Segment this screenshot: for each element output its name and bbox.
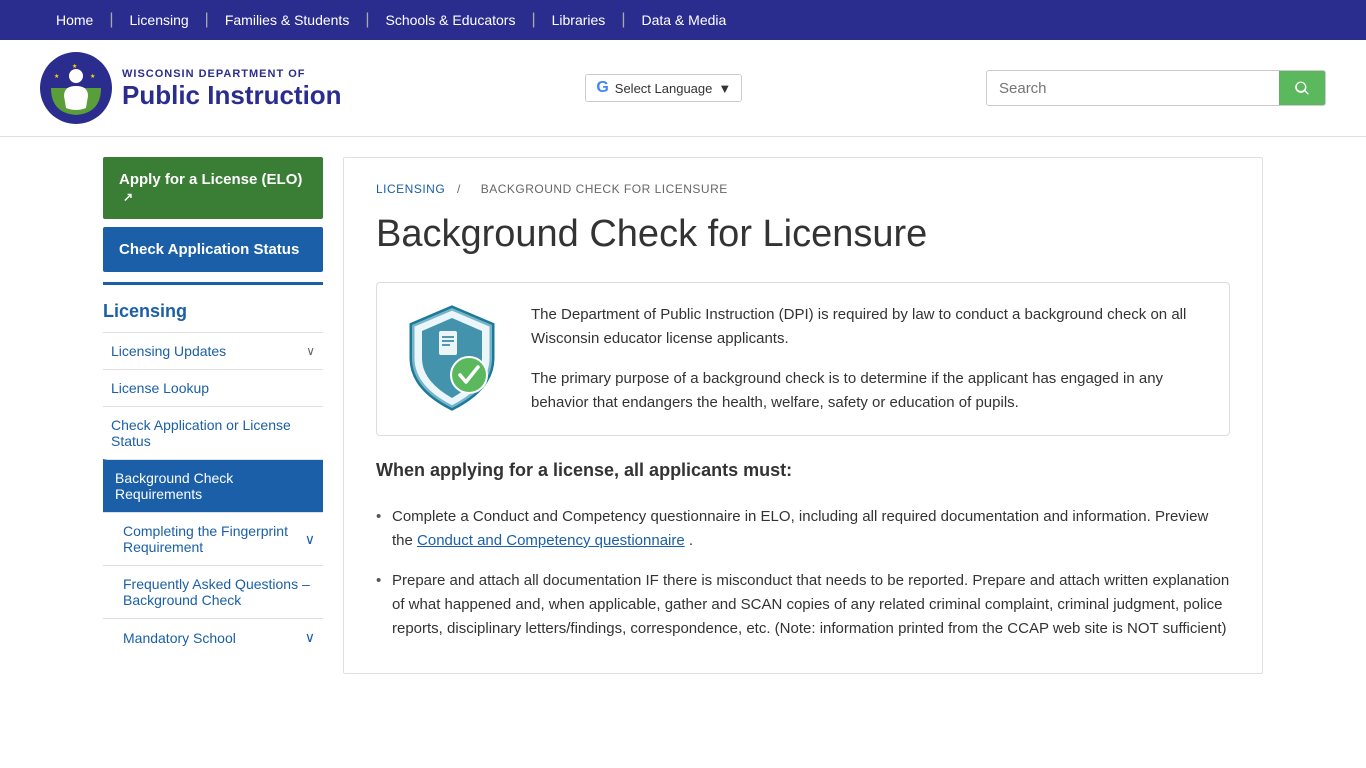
- sidebar-item-label: Background Check Requirements: [115, 470, 315, 502]
- sidebar-item-label: License Lookup: [111, 380, 209, 396]
- breadcrumb-current: BACKGROUND CHECK FOR LICENSURE: [481, 182, 728, 196]
- info-box: The Department of Public Instruction (DP…: [376, 282, 1230, 436]
- top-navigation: Home | Licensing | Families & Students |…: [0, 0, 1366, 40]
- chevron-icon: ∨: [305, 531, 315, 548]
- sidebar-item-license-lookup[interactable]: License Lookup: [103, 369, 323, 406]
- sidebar-item-bg-check[interactable]: Background Check Requirements: [103, 459, 323, 512]
- sidebar-item-label: Mandatory School: [123, 630, 236, 646]
- breadcrumb: LICENSING / BACKGROUND CHECK FOR LICENSU…: [376, 182, 1230, 196]
- external-link-icon: ↗: [123, 190, 133, 204]
- apply-license-button[interactable]: Apply for a License (ELO) ↗: [103, 157, 323, 219]
- site-header: ★ ★ ★ WISCONSIN DEPARTMENT OF Public Ins…: [0, 40, 1366, 137]
- svg-text:★: ★: [54, 73, 59, 80]
- site-logo[interactable]: ★ ★ ★ WISCONSIN DEPARTMENT OF Public Ins…: [40, 52, 342, 124]
- nav-libraries[interactable]: Libraries: [536, 0, 622, 40]
- page-title: Background Check for Licensure: [376, 212, 1230, 258]
- list-item-1-after: .: [689, 532, 693, 549]
- header-middle: G Select Language ▼: [372, 74, 956, 102]
- nav-data[interactable]: Data & Media: [625, 0, 742, 40]
- sidebar-item-label: Check Application or License Status: [111, 417, 315, 449]
- search-input[interactable]: [987, 72, 1279, 105]
- nav-schools[interactable]: Schools & Educators: [369, 0, 531, 40]
- content-area: LICENSING / BACKGROUND CHECK FOR LICENSU…: [343, 157, 1263, 674]
- sidebar-item-mandatory-school[interactable]: Mandatory School ∨: [103, 618, 323, 656]
- search-icon: [1293, 79, 1311, 97]
- sidebar-section-title: Licensing: [103, 282, 323, 332]
- sidebar-item-label: Completing the Fingerprint Requirement: [123, 523, 305, 555]
- info-para-1: The Department of Public Instruction (DP…: [531, 303, 1209, 351]
- sidebar-item-label: Frequently Asked Questions – Background …: [123, 576, 315, 608]
- info-text: The Department of Public Instruction (DP…: [531, 303, 1209, 415]
- chevron-icon: ∨: [305, 629, 315, 646]
- sidebar-item-label: Licensing Updates: [111, 343, 226, 359]
- language-label: Select Language: [615, 81, 713, 96]
- section-heading: When applying for a license, all applica…: [376, 460, 1230, 481]
- logo-public-instruction: Public Instruction: [122, 82, 342, 108]
- breadcrumb-licensing[interactable]: LICENSING: [376, 182, 445, 196]
- svg-text:★: ★: [72, 63, 77, 70]
- sidebar-item-fingerprint[interactable]: Completing the Fingerprint Requirement ∨: [103, 512, 323, 565]
- logo-svg: ★ ★ ★: [46, 58, 106, 118]
- shield-icon-wrap: [397, 303, 507, 413]
- sidebar-item-check-app-status[interactable]: Check Application or License Status: [103, 406, 323, 459]
- sidebar-item-faq-bg[interactable]: Frequently Asked Questions – Background …: [103, 565, 323, 618]
- search-area: [986, 70, 1326, 106]
- chevron-icon: ∨: [306, 344, 315, 358]
- language-dropdown-icon: ▼: [718, 81, 731, 96]
- nav-families[interactable]: Families & Students: [209, 0, 366, 40]
- google-g-icon: G: [596, 79, 608, 97]
- list-item-2: Prepare and attach all documentation IF …: [376, 561, 1230, 649]
- conduct-competency-link[interactable]: Conduct and Competency questionnaire: [417, 532, 685, 549]
- breadcrumb-separator: /: [457, 182, 461, 196]
- language-selector[interactable]: G Select Language ▼: [585, 74, 742, 102]
- nav-home[interactable]: Home: [40, 0, 109, 40]
- shield-checkmark-icon: [402, 303, 502, 413]
- list-item-1: Complete a Conduct and Competency questi…: [376, 497, 1230, 561]
- svg-text:★: ★: [90, 73, 95, 80]
- logo-circle: ★ ★ ★: [40, 52, 112, 124]
- sidebar: Apply for a License (ELO) ↗ Check Applic…: [103, 157, 323, 674]
- main-layout: Apply for a License (ELO) ↗ Check Applic…: [83, 137, 1283, 694]
- requirements-list: Complete a Conduct and Competency questi…: [376, 497, 1230, 649]
- logo-text-area: WISCONSIN DEPARTMENT OF Public Instructi…: [122, 68, 342, 107]
- search-button[interactable]: [1279, 71, 1325, 105]
- info-para-2: The primary purpose of a background chec…: [531, 367, 1209, 415]
- check-application-button[interactable]: Check Application Status: [103, 227, 323, 272]
- nav-licensing[interactable]: Licensing: [114, 0, 205, 40]
- sidebar-item-licensing-updates[interactable]: Licensing Updates ∨: [103, 332, 323, 369]
